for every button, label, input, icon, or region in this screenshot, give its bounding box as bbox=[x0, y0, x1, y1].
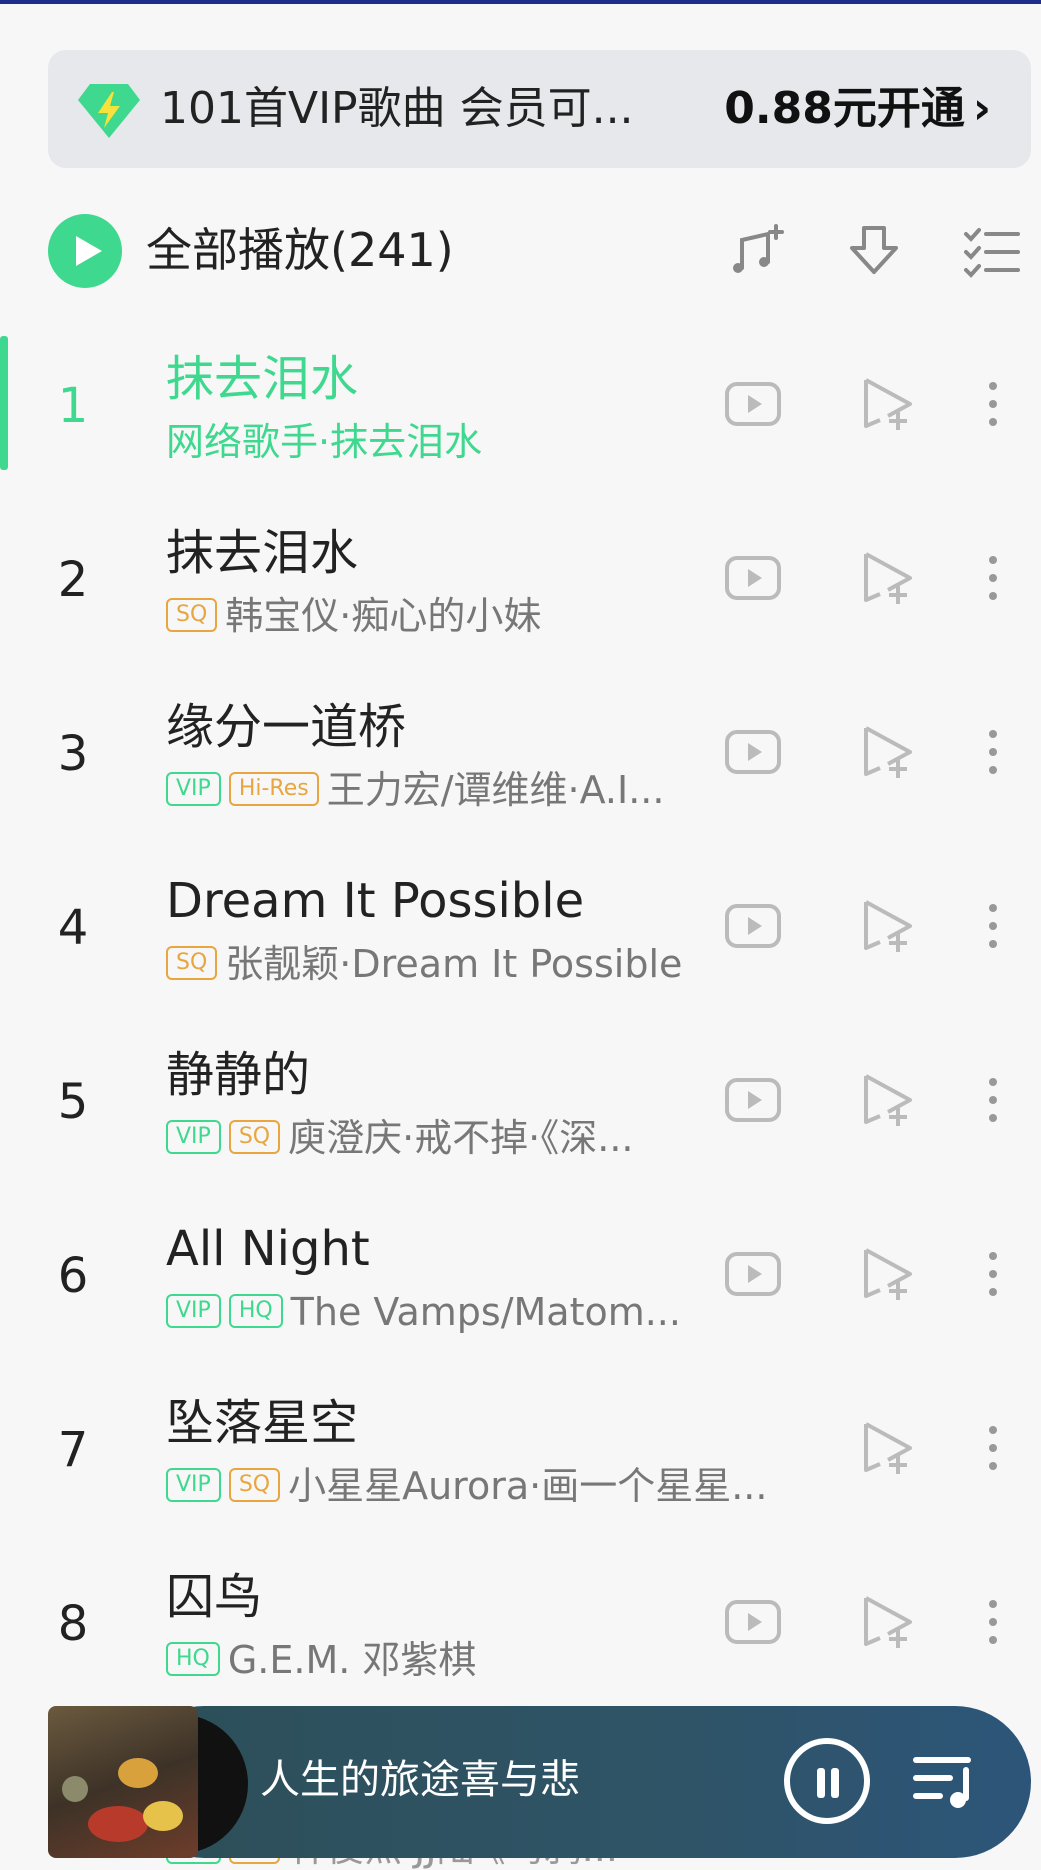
add-to-queue-icon[interactable] bbox=[858, 1070, 918, 1130]
add-to-queue-icon[interactable] bbox=[858, 548, 918, 608]
song-title: 缘分一道桥 bbox=[166, 699, 407, 755]
song-artist-album: The Vamps/Matom... bbox=[290, 1290, 681, 1334]
quality-badge-sq: SQ bbox=[166, 945, 218, 980]
song-index: 1 bbox=[57, 378, 89, 434]
song-row[interactable]: 2 抹去泪水 SQ 韩宝仪·痴心的小妹 bbox=[0, 494, 1041, 668]
song-artist-album: G.E.M. 邓紫棋 bbox=[227, 1638, 477, 1682]
song-subtitle: 网络歌手·抹去泪水 bbox=[166, 416, 806, 468]
song-index: 2 bbox=[57, 552, 89, 608]
mv-play-icon[interactable] bbox=[723, 896, 783, 956]
quality-badge-hq: HQ bbox=[228, 1293, 283, 1328]
mv-play-icon[interactable] bbox=[723, 722, 783, 782]
song-index: 6 bbox=[57, 1248, 89, 1304]
song-artist-album: 韩宝仪·痴心的小妹 bbox=[225, 594, 542, 638]
quality-badge-hires: Hi-Res bbox=[228, 771, 319, 806]
play-all-label[interactable]: 全部播放(241) bbox=[146, 220, 454, 280]
song-row[interactable]: 7 坠落星空 VIP SQ 小星星Aurora·画一个星星... bbox=[0, 1364, 1041, 1538]
vip-badge: VIP bbox=[166, 1119, 221, 1154]
mv-play-icon[interactable] bbox=[723, 1070, 783, 1130]
play-all-row: 全部播放(241) bbox=[48, 212, 1031, 292]
more-options-icon[interactable] bbox=[963, 548, 1023, 608]
chevron-right-icon: › bbox=[972, 83, 991, 134]
song-artist-album: 网络歌手·抹去泪水 bbox=[166, 420, 483, 464]
song-row[interactable]: 5 静静的 VIP SQ 庾澄庆·戒不掉·《深... bbox=[0, 1016, 1041, 1190]
now-playing-title[interactable]: 人生的旅途喜与悲 bbox=[260, 1750, 580, 1810]
song-row[interactable]: 4 Dream It Possible SQ 张靓颖·Dream It Possi… bbox=[0, 842, 1041, 1016]
song-subtitle: VIP Hi-Res 王力宏/谭维维·A.I... bbox=[166, 764, 806, 816]
multi-select-icon[interactable] bbox=[962, 222, 1022, 282]
more-options-icon[interactable] bbox=[963, 374, 1023, 434]
mv-play-icon[interactable] bbox=[723, 548, 783, 608]
now-playing-indicator bbox=[0, 336, 8, 470]
song-title: 坠落星空 bbox=[166, 1395, 359, 1451]
mv-play-icon[interactable] bbox=[723, 374, 783, 434]
quality-badge-hq: HQ bbox=[166, 1641, 220, 1676]
song-subtitle: VIP SQ 庾澄庆·戒不掉·《深... bbox=[166, 1112, 806, 1164]
add-to-playlist-icon[interactable] bbox=[730, 222, 790, 282]
vip-promo-text: 101首VIP歌曲 会员可... bbox=[160, 83, 634, 134]
album-cover[interactable] bbox=[48, 1706, 198, 1858]
status-strip bbox=[0, 0, 1041, 4]
more-options-icon[interactable] bbox=[963, 1244, 1023, 1304]
play-all-button[interactable] bbox=[48, 214, 122, 288]
mv-play-icon[interactable] bbox=[723, 1592, 783, 1652]
diamond-icon bbox=[78, 84, 140, 138]
vip-promo-banner[interactable]: 101首VIP歌曲 会员可... 0.88元开通 › bbox=[48, 50, 1031, 168]
song-index: 5 bbox=[57, 1074, 89, 1130]
song-artist-album: 小星星Aurora·画一个星星... bbox=[288, 1464, 768, 1508]
song-row[interactable]: 8 囚鸟 HQ G.E.M. 邓紫棋 bbox=[0, 1538, 1041, 1712]
song-title: 囚鸟 bbox=[166, 1569, 263, 1625]
song-artist-album: 庾澄庆·戒不掉·《深... bbox=[288, 1116, 634, 1160]
more-options-icon[interactable] bbox=[963, 1070, 1023, 1130]
song-artist-album: 张靓颖·Dream It Possible bbox=[225, 942, 683, 986]
quality-badge-sq: SQ bbox=[166, 597, 218, 632]
vip-badge: VIP bbox=[166, 1467, 221, 1502]
mv-play-icon[interactable] bbox=[723, 1244, 783, 1304]
pause-icon[interactable] bbox=[784, 1738, 870, 1824]
song-title: 抹去泪水 bbox=[166, 351, 359, 407]
song-row[interactable]: 3 缘分一道桥 VIP Hi-Res 王力宏/谭维维·A.I... bbox=[0, 668, 1041, 842]
song-row[interactable]: 1 抹去泪水 网络歌手·抹去泪水 bbox=[0, 320, 1041, 494]
mini-player[interactable]: 人生的旅途喜与悲 bbox=[48, 1706, 1031, 1858]
song-subtitle: SQ 张靓颖·Dream It Possible bbox=[166, 938, 806, 990]
download-icon[interactable] bbox=[844, 222, 904, 282]
song-index: 4 bbox=[57, 900, 89, 956]
song-index: 8 bbox=[57, 1596, 89, 1652]
song-subtitle: VIP HQ The Vamps/Matom... bbox=[166, 1286, 806, 1338]
song-index: 7 bbox=[57, 1422, 89, 1478]
vip-badge: VIP bbox=[166, 771, 221, 806]
song-artist-album: 王力宏/谭维维·A.I... bbox=[326, 768, 665, 812]
song-subtitle: HQ G.E.M. 邓紫棋 bbox=[166, 1634, 806, 1686]
add-to-queue-icon[interactable] bbox=[858, 1244, 918, 1304]
more-options-icon[interactable] bbox=[963, 896, 1023, 956]
quality-badge-sq: SQ bbox=[228, 1119, 281, 1154]
song-title: 静静的 bbox=[166, 1047, 311, 1103]
add-to-queue-icon[interactable] bbox=[858, 374, 918, 434]
song-subtitle: SQ 韩宝仪·痴心的小妹 bbox=[166, 590, 806, 642]
song-title: All Night bbox=[166, 1221, 370, 1277]
vip-open-button[interactable]: 0.88元开通 › bbox=[724, 80, 991, 138]
song-title: 抹去泪水 bbox=[166, 525, 359, 581]
more-options-icon[interactable] bbox=[963, 722, 1023, 782]
add-to-queue-icon[interactable] bbox=[858, 1418, 918, 1478]
quality-badge-sq: SQ bbox=[228, 1467, 281, 1502]
song-row[interactable]: 6 All Night VIP HQ The Vamps/Matom... bbox=[0, 1190, 1041, 1364]
vip-badge: VIP bbox=[166, 1293, 221, 1328]
song-subtitle: VIP SQ 小星星Aurora·画一个星星... bbox=[166, 1460, 826, 1512]
add-to-queue-icon[interactable] bbox=[858, 896, 918, 956]
playlist-queue-icon[interactable] bbox=[910, 1748, 980, 1814]
song-index: 3 bbox=[57, 726, 89, 782]
add-to-queue-icon[interactable] bbox=[858, 1592, 918, 1652]
song-title: Dream It Possible bbox=[166, 873, 585, 929]
add-to-queue-icon[interactable] bbox=[858, 722, 918, 782]
vip-cta-label: 0.88元开通 bbox=[724, 83, 965, 134]
more-options-icon[interactable] bbox=[963, 1418, 1023, 1478]
more-options-icon[interactable] bbox=[963, 1592, 1023, 1652]
